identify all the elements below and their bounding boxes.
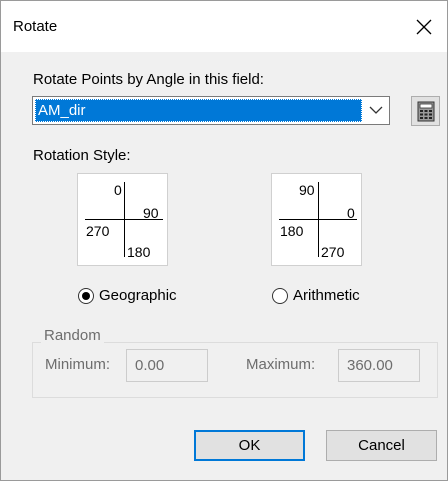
geographic-radio[interactable]: Geographic bbox=[78, 287, 177, 304]
calculator-icon bbox=[417, 101, 434, 121]
geo-right-label: 90 bbox=[143, 205, 159, 221]
minimum-label: Minimum: bbox=[45, 356, 111, 373]
ok-button[interactable]: OK bbox=[194, 430, 305, 461]
arithmetic-radio[interactable]: Arithmetic bbox=[272, 287, 360, 304]
rotation-style-label: Rotation Style: bbox=[33, 147, 131, 164]
geo-bottom-label: 180 bbox=[127, 244, 151, 260]
expression-calculator-button[interactable] bbox=[411, 96, 440, 126]
maximum-label: Maximum: bbox=[246, 356, 316, 373]
geographic-diagram: 0 90 270 180 bbox=[77, 173, 168, 266]
angle-field-value: AM_dir bbox=[35, 99, 362, 122]
field-label: Rotate Points by Angle in this field: bbox=[33, 71, 264, 88]
arithmetic-diagram: 90 0 180 270 bbox=[271, 173, 362, 266]
arith-left-label: 180 bbox=[280, 223, 304, 239]
random-group-label: Random bbox=[41, 327, 104, 344]
geo-left-label: 270 bbox=[86, 223, 110, 239]
dialog-title: Rotate bbox=[13, 18, 58, 35]
arith-bottom-label: 270 bbox=[321, 244, 345, 260]
minimum-input[interactable]: 0.00 bbox=[126, 349, 208, 382]
angle-field-dropdown[interactable]: AM_dir bbox=[32, 96, 390, 125]
rotate-dialog: Rotate Rotate Points by Angle in this fi… bbox=[0, 0, 448, 481]
cancel-button[interactable]: Cancel bbox=[326, 430, 437, 461]
close-button[interactable] bbox=[401, 1, 447, 52]
arith-right-label: 0 bbox=[347, 205, 355, 221]
maximum-input[interactable]: 360.00 bbox=[338, 349, 420, 382]
geo-top-label: 0 bbox=[114, 182, 122, 198]
arithmetic-radio-label: Arithmetic bbox=[293, 287, 360, 304]
radio-button-unselected[interactable] bbox=[272, 287, 288, 304]
close-icon bbox=[416, 19, 432, 34]
arith-top-label: 90 bbox=[299, 182, 315, 198]
title-bar: Rotate bbox=[1, 1, 447, 52]
chevron-down-icon bbox=[369, 106, 383, 114]
geographic-radio-label: Geographic bbox=[99, 287, 177, 304]
radio-button-selected[interactable] bbox=[78, 287, 94, 304]
